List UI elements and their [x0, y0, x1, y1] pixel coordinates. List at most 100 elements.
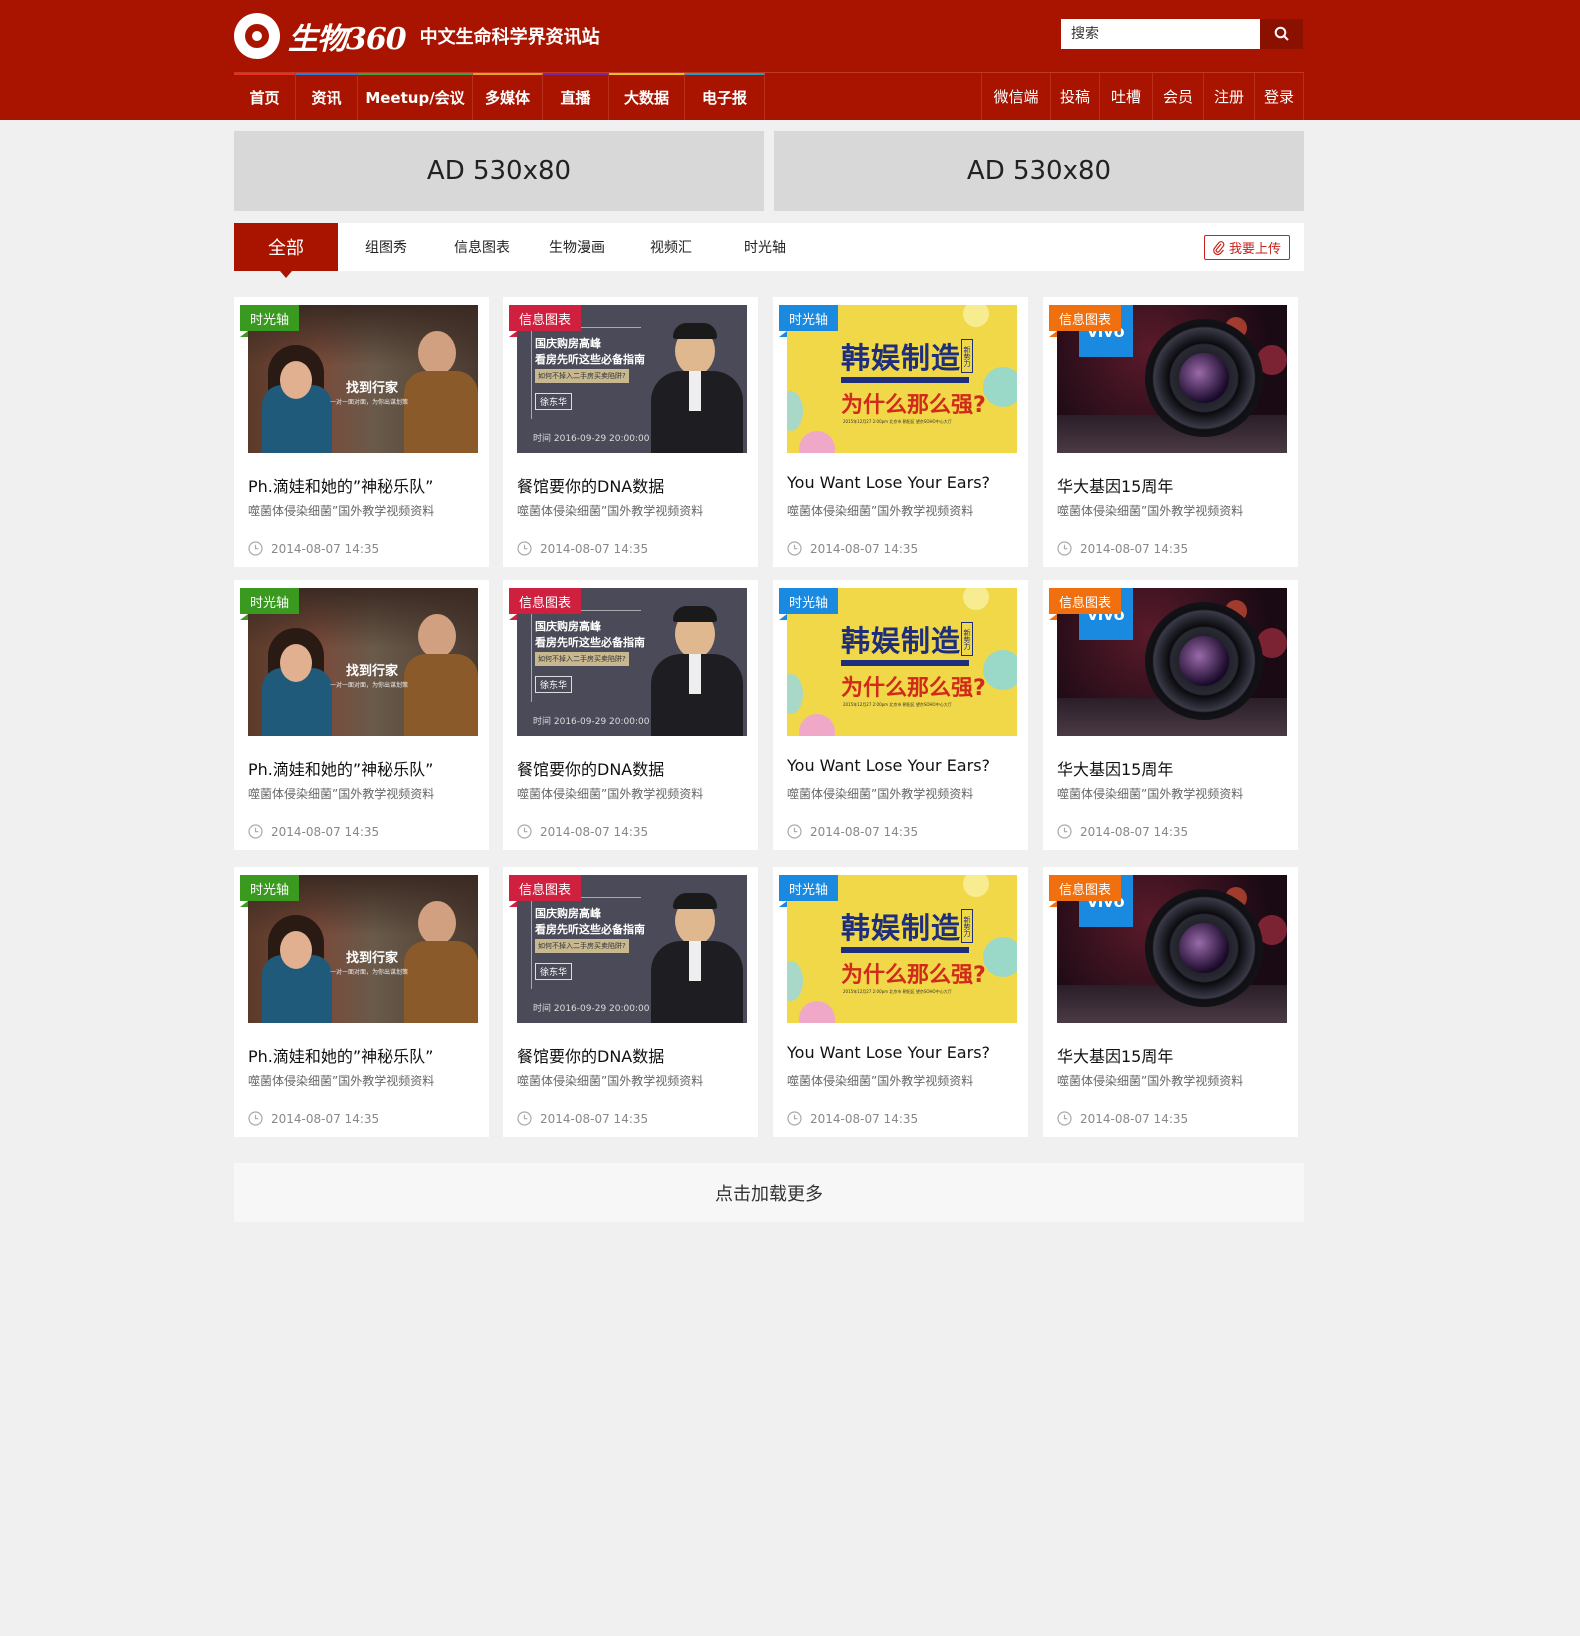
card-description: 噬菌体侵染细菌”国外教学视频资料 — [517, 504, 704, 518]
site-header: 生物360 中文生命科学界资讯站 首页 资讯 Meetup/会议 多媒体 直播 … — [0, 0, 1580, 120]
clock-icon — [517, 824, 532, 839]
media-card[interactable]: 信息图表 vivo 华大基因15周年 噬菌体侵染细菌”国外教学视频资料 2014-08-… — [1043, 580, 1298, 850]
nav-item-wechat[interactable]: 微信端 — [982, 73, 1051, 120]
nav-item-news[interactable]: 资讯 — [296, 73, 358, 120]
media-card[interactable]: 时光轴 找到行家 一对一面对面，为你出谋划策 Ph.滴娃和她的”神秘乐队” 噬菌体侵染细… — [234, 867, 489, 1137]
clock-icon — [248, 541, 263, 556]
media-card[interactable]: 信息图表 国庆购房高峰 看房先听这些必备指南 如何不掉入二手房买卖陷阱? 徐东华 时间 2… — [503, 297, 758, 567]
nav-item-home[interactable]: 首页 — [234, 73, 296, 120]
thumb-name: 徐东华 — [535, 393, 573, 410]
card-description: 噬菌体侵染细菌”国外教学视频资料 — [787, 787, 974, 801]
thumb-big-subtitle: 为什么那么强? — [841, 963, 986, 988]
nav-item-register[interactable]: 注册 — [1204, 73, 1255, 120]
card-title[interactable]: 餐馆要你的DNA数据 — [517, 473, 664, 497]
media-card[interactable]: 时光轴 找到行家 一对一面对面，为你出谋划策 Ph.滴娃和她的”神秘乐队” 噬菌体侵染细… — [234, 297, 489, 567]
tab-video[interactable]: 视频汇 — [624, 223, 718, 271]
category-badge: 时光轴 — [779, 588, 839, 620]
card-time-text: 2014-08-07 14:35 — [271, 824, 380, 839]
nav-item-bigdata[interactable]: 大数据 — [609, 73, 685, 120]
card-title[interactable]: 华大基因15周年 — [1057, 756, 1173, 780]
thumb-subcaption: 一对一面对面，为你出谋划策 — [330, 399, 409, 406]
card-title[interactable]: 餐馆要你的DNA数据 — [517, 756, 664, 780]
media-card[interactable]: 时光轴 韩娱制造 新势力 为什么那么强? 2015年12月27 2:00pm 北京市 朝… — [773, 867, 1028, 1137]
card-timestamp: 2014-08-07 14:35 — [1057, 824, 1188, 839]
nav-item-login[interactable]: 登录 — [1255, 73, 1304, 120]
thumb-caption: 找到行家 — [346, 951, 399, 966]
thumb-line2: 看房先听这些必备指南 — [535, 353, 645, 366]
search-box — [1061, 19, 1303, 49]
tab-infographic[interactable]: 信息图表 — [434, 223, 530, 271]
card-timestamp: 2014-08-07 14:35 — [517, 824, 648, 839]
card-time-text: 2014-08-07 14:35 — [810, 1111, 919, 1126]
card-timestamp: 2014-08-07 14:35 — [787, 1111, 918, 1126]
card-description: 噬菌体侵染细菌”国外教学视频资料 — [787, 504, 974, 518]
card-time-text: 2014-08-07 14:35 — [271, 1111, 380, 1126]
card-title[interactable]: Ph.滴娃和她的”神秘乐队” — [248, 756, 433, 780]
card-title[interactable]: You Want Lose Your Ears? — [787, 756, 990, 775]
card-description: 噬菌体侵染细菌”国外教学视频资料 — [248, 504, 435, 518]
clock-icon — [1057, 1111, 1072, 1126]
media-card[interactable]: 信息图表 国庆购房高峰 看房先听这些必备指南 如何不掉入二手房买卖陷阱? 徐东华 时间 2… — [503, 867, 758, 1137]
tab-all[interactable]: 全部 — [234, 223, 338, 278]
site-logo[interactable]: 生物360 中文生命科学界资讯站 — [234, 10, 600, 62]
search-input[interactable] — [1061, 19, 1260, 49]
thumb-line3: 如何不掉入二手房买卖陷阱? — [535, 939, 629, 953]
media-card[interactable]: 时光轴 韩娱制造 新势力 为什么那么强? 2015年12月27 2:00pm 北京市 朝… — [773, 580, 1028, 850]
card-title[interactable]: You Want Lose Your Ears? — [787, 473, 990, 492]
thumb-caption: 找到行家 — [346, 664, 399, 679]
card-title[interactable]: 华大基因15周年 — [1057, 1043, 1173, 1067]
load-more-button[interactable]: 点击加载更多 — [234, 1163, 1304, 1222]
thumb-name: 徐东华 — [535, 676, 573, 693]
thumb-line1: 国庆购房高峰 — [535, 907, 601, 920]
card-title[interactable]: You Want Lose Your Ears? — [787, 1043, 990, 1062]
ad-banner-right[interactable]: AD 530x80 — [774, 131, 1304, 211]
search-button[interactable] — [1260, 19, 1303, 49]
nav-item-submit[interactable]: 投稿 — [1051, 73, 1100, 120]
category-badge: 时光轴 — [240, 305, 300, 337]
nav-item-member[interactable]: 会员 — [1153, 73, 1204, 120]
thumb-line2: 看房先听这些必备指南 — [535, 923, 645, 936]
media-card[interactable]: 信息图表 vivo 华大基因15周年 噬菌体侵染细菌”国外教学视频资料 2014-08-… — [1043, 867, 1298, 1137]
card-title[interactable]: Ph.滴娃和她的”神秘乐队” — [248, 473, 433, 497]
card-title[interactable]: Ph.滴娃和她的”神秘乐队” — [248, 1043, 433, 1067]
main-nav: 首页 资讯 Meetup/会议 多媒体 直播 大数据 电子报 — [234, 73, 765, 120]
category-badge: 信息图表 — [1049, 588, 1122, 620]
tab-timeline[interactable]: 时光轴 — [718, 223, 812, 271]
category-badge: 时光轴 — [779, 305, 839, 337]
tab-comic[interactable]: 生物漫画 — [530, 223, 624, 271]
card-title[interactable]: 餐馆要你的DNA数据 — [517, 1043, 664, 1067]
clock-icon — [248, 1111, 263, 1126]
nav-item-meetup[interactable]: Meetup/会议 — [358, 73, 473, 120]
media-card[interactable]: 信息图表 vivo 华大基因15周年 噬菌体侵染细菌”国外教学视频资料 2014-08-… — [1043, 297, 1298, 567]
card-timestamp: 2014-08-07 14:35 — [1057, 541, 1188, 556]
media-card[interactable]: 时光轴 韩娱制造 新势力 为什么那么强? 2015年12月27 2:00pm 北京市 朝… — [773, 297, 1028, 567]
upload-label: 我要上传 — [1228, 242, 1281, 257]
media-card[interactable]: 时光轴 找到行家 一对一面对面，为你出谋划策 Ph.滴娃和她的”神秘乐队” 噬菌体侵染细… — [234, 580, 489, 850]
card-time-text: 2014-08-07 14:35 — [1080, 1111, 1189, 1126]
nav-item-feedback[interactable]: 吐槽 — [1100, 73, 1153, 120]
thumb-side-label: 新势力 — [961, 909, 973, 943]
nav-item-multimedia[interactable]: 多媒体 — [473, 73, 543, 120]
category-badge: 信息图表 — [509, 875, 582, 907]
category-badge: 信息图表 — [509, 588, 582, 620]
paperclip-icon — [1213, 240, 1225, 255]
category-badge: 时光轴 — [779, 875, 839, 907]
nav-item-newspaper[interactable]: 电子报 — [685, 73, 765, 120]
tab-gallery[interactable]: 组图秀 — [338, 223, 434, 271]
card-time-text: 2014-08-07 14:35 — [271, 541, 380, 556]
card-time-text: 2014-08-07 14:35 — [540, 541, 649, 556]
thumb-date: 时间 2016-09-29 20:00:00 — [533, 1004, 650, 1014]
card-title[interactable]: 华大基因15周年 — [1057, 473, 1173, 497]
card-timestamp: 2014-08-07 14:35 — [248, 824, 379, 839]
site-slogan: 中文生命科学界资讯站 — [419, 27, 600, 48]
card-time-text: 2014-08-07 14:35 — [810, 541, 919, 556]
ad-banner-left[interactable]: AD 530x80 — [234, 131, 764, 211]
nav-item-live[interactable]: 直播 — [543, 73, 609, 120]
thumb-subcaption: 一对一面对面，为你出谋划策 — [330, 969, 409, 976]
thumb-line3: 如何不掉入二手房买卖陷阱? — [535, 652, 629, 666]
card-description: 噬菌体侵染细菌”国外教学视频资料 — [1057, 1074, 1244, 1088]
media-card[interactable]: 信息图表 国庆购房高峰 看房先听这些必备指南 如何不掉入二手房买卖陷阱? 徐东华 时间 2… — [503, 580, 758, 850]
card-timestamp: 2014-08-07 14:35 — [787, 824, 918, 839]
clock-icon — [248, 824, 263, 839]
upload-button[interactable]: 我要上传 — [1204, 235, 1290, 260]
